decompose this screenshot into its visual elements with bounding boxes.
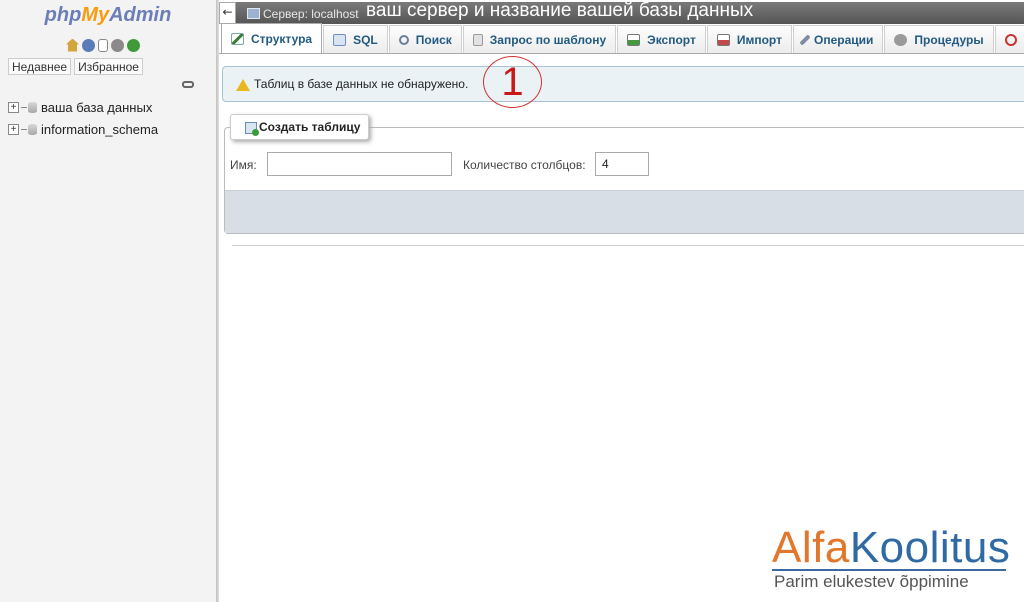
import-icon bbox=[716, 33, 730, 46]
tab-operations[interactable]: Операции bbox=[792, 25, 884, 53]
alfakoolitus-logo: AlfaKoolitus bbox=[772, 523, 1011, 572]
sql-icon bbox=[333, 33, 347, 46]
link-with-main-panel-icon[interactable] bbox=[182, 81, 194, 88]
columns-count-label: Количество столбцов: bbox=[463, 158, 586, 172]
warning-icon bbox=[236, 79, 250, 91]
table-name-input[interactable] bbox=[267, 152, 452, 176]
nav-icon-bar bbox=[66, 38, 140, 52]
tab-query[interactable]: Запрос по шаблону bbox=[462, 25, 617, 53]
server-icon bbox=[247, 8, 260, 19]
tab-structure[interactable]: Структура bbox=[221, 23, 323, 53]
expand-icon[interactable]: + bbox=[8, 123, 19, 135]
collapse-nav-button[interactable]: ← bbox=[219, 2, 236, 24]
logout-icon[interactable] bbox=[82, 38, 95, 52]
create-table-footer bbox=[225, 190, 1024, 233]
settings-gear-icon[interactable] bbox=[111, 38, 124, 52]
structure-icon bbox=[231, 32, 244, 45]
server-breadcrumb[interactable]: Сервер: localhost bbox=[263, 7, 359, 21]
navigation-panel: phpMyAdmin Недавнее Избранное + ваша баз… bbox=[0, 0, 216, 602]
tree-item-information-schema[interactable]: + information_schema bbox=[8, 118, 158, 140]
query-icon bbox=[472, 33, 483, 46]
breadcrumb-annotation: ваш сервер и название вашей базы данных bbox=[366, 0, 754, 21]
favorites-tab[interactable]: Избранное bbox=[74, 58, 143, 75]
operations-icon bbox=[799, 33, 811, 46]
columns-count-input[interactable] bbox=[595, 152, 649, 176]
panel-resizer[interactable] bbox=[216, 0, 219, 602]
database-icon bbox=[28, 101, 37, 113]
notice-message: Таблиц в базе данных не обнаружено. bbox=[222, 66, 1024, 102]
more-icon bbox=[1004, 33, 1017, 46]
reload-icon[interactable] bbox=[127, 38, 140, 52]
nav-tabs: Недавнее Избранное bbox=[8, 58, 143, 75]
tab-routines[interactable]: Процедуры bbox=[884, 25, 994, 53]
logo-underline bbox=[772, 569, 1006, 571]
tab-export[interactable]: Экспорт bbox=[617, 25, 706, 53]
divider bbox=[232, 245, 1024, 246]
tree-item-label[interactable]: information_schema bbox=[41, 122, 158, 137]
notice-text: Таблиц в базе данных не обнаружено. bbox=[254, 77, 469, 91]
routines-icon bbox=[894, 33, 908, 46]
tree-connector bbox=[21, 128, 27, 130]
export-icon bbox=[627, 33, 641, 46]
search-icon bbox=[398, 34, 409, 45]
breadcrumb-bar: ← Сервер: localhost ваш сервер и названи… bbox=[219, 0, 1024, 24]
annotation-number: 1 bbox=[501, 60, 524, 104]
phpmyadmin-logo[interactable]: phpMyAdmin bbox=[0, 4, 216, 27]
database-icon bbox=[28, 123, 37, 135]
table-name-label: Имя: bbox=[230, 158, 257, 172]
tree-item-label[interactable]: ваша база данных bbox=[41, 100, 152, 115]
main-tabs: Структура SQL Поиск Запрос по шаблону Эк… bbox=[219, 23, 1024, 54]
create-table-legend[interactable]: Создать таблицу bbox=[230, 114, 370, 140]
home-icon[interactable] bbox=[66, 38, 79, 52]
tab-search[interactable]: Поиск bbox=[388, 25, 462, 53]
tab-import[interactable]: Импорт bbox=[706, 25, 792, 53]
docs-icon[interactable] bbox=[98, 38, 108, 52]
tab-sql[interactable]: SQL bbox=[323, 25, 388, 53]
create-table-icon bbox=[245, 122, 259, 136]
database-tree: + ваша база данных + information_schema bbox=[8, 96, 158, 140]
expand-icon[interactable]: + bbox=[8, 101, 19, 113]
tree-connector bbox=[21, 106, 27, 108]
tab-more[interactable] bbox=[994, 25, 1024, 53]
logo-tagline: Parim elukestev õppimine bbox=[774, 572, 969, 591]
recent-tab[interactable]: Недавнее bbox=[8, 58, 72, 75]
tree-item-db[interactable]: + ваша база данных bbox=[8, 96, 158, 118]
